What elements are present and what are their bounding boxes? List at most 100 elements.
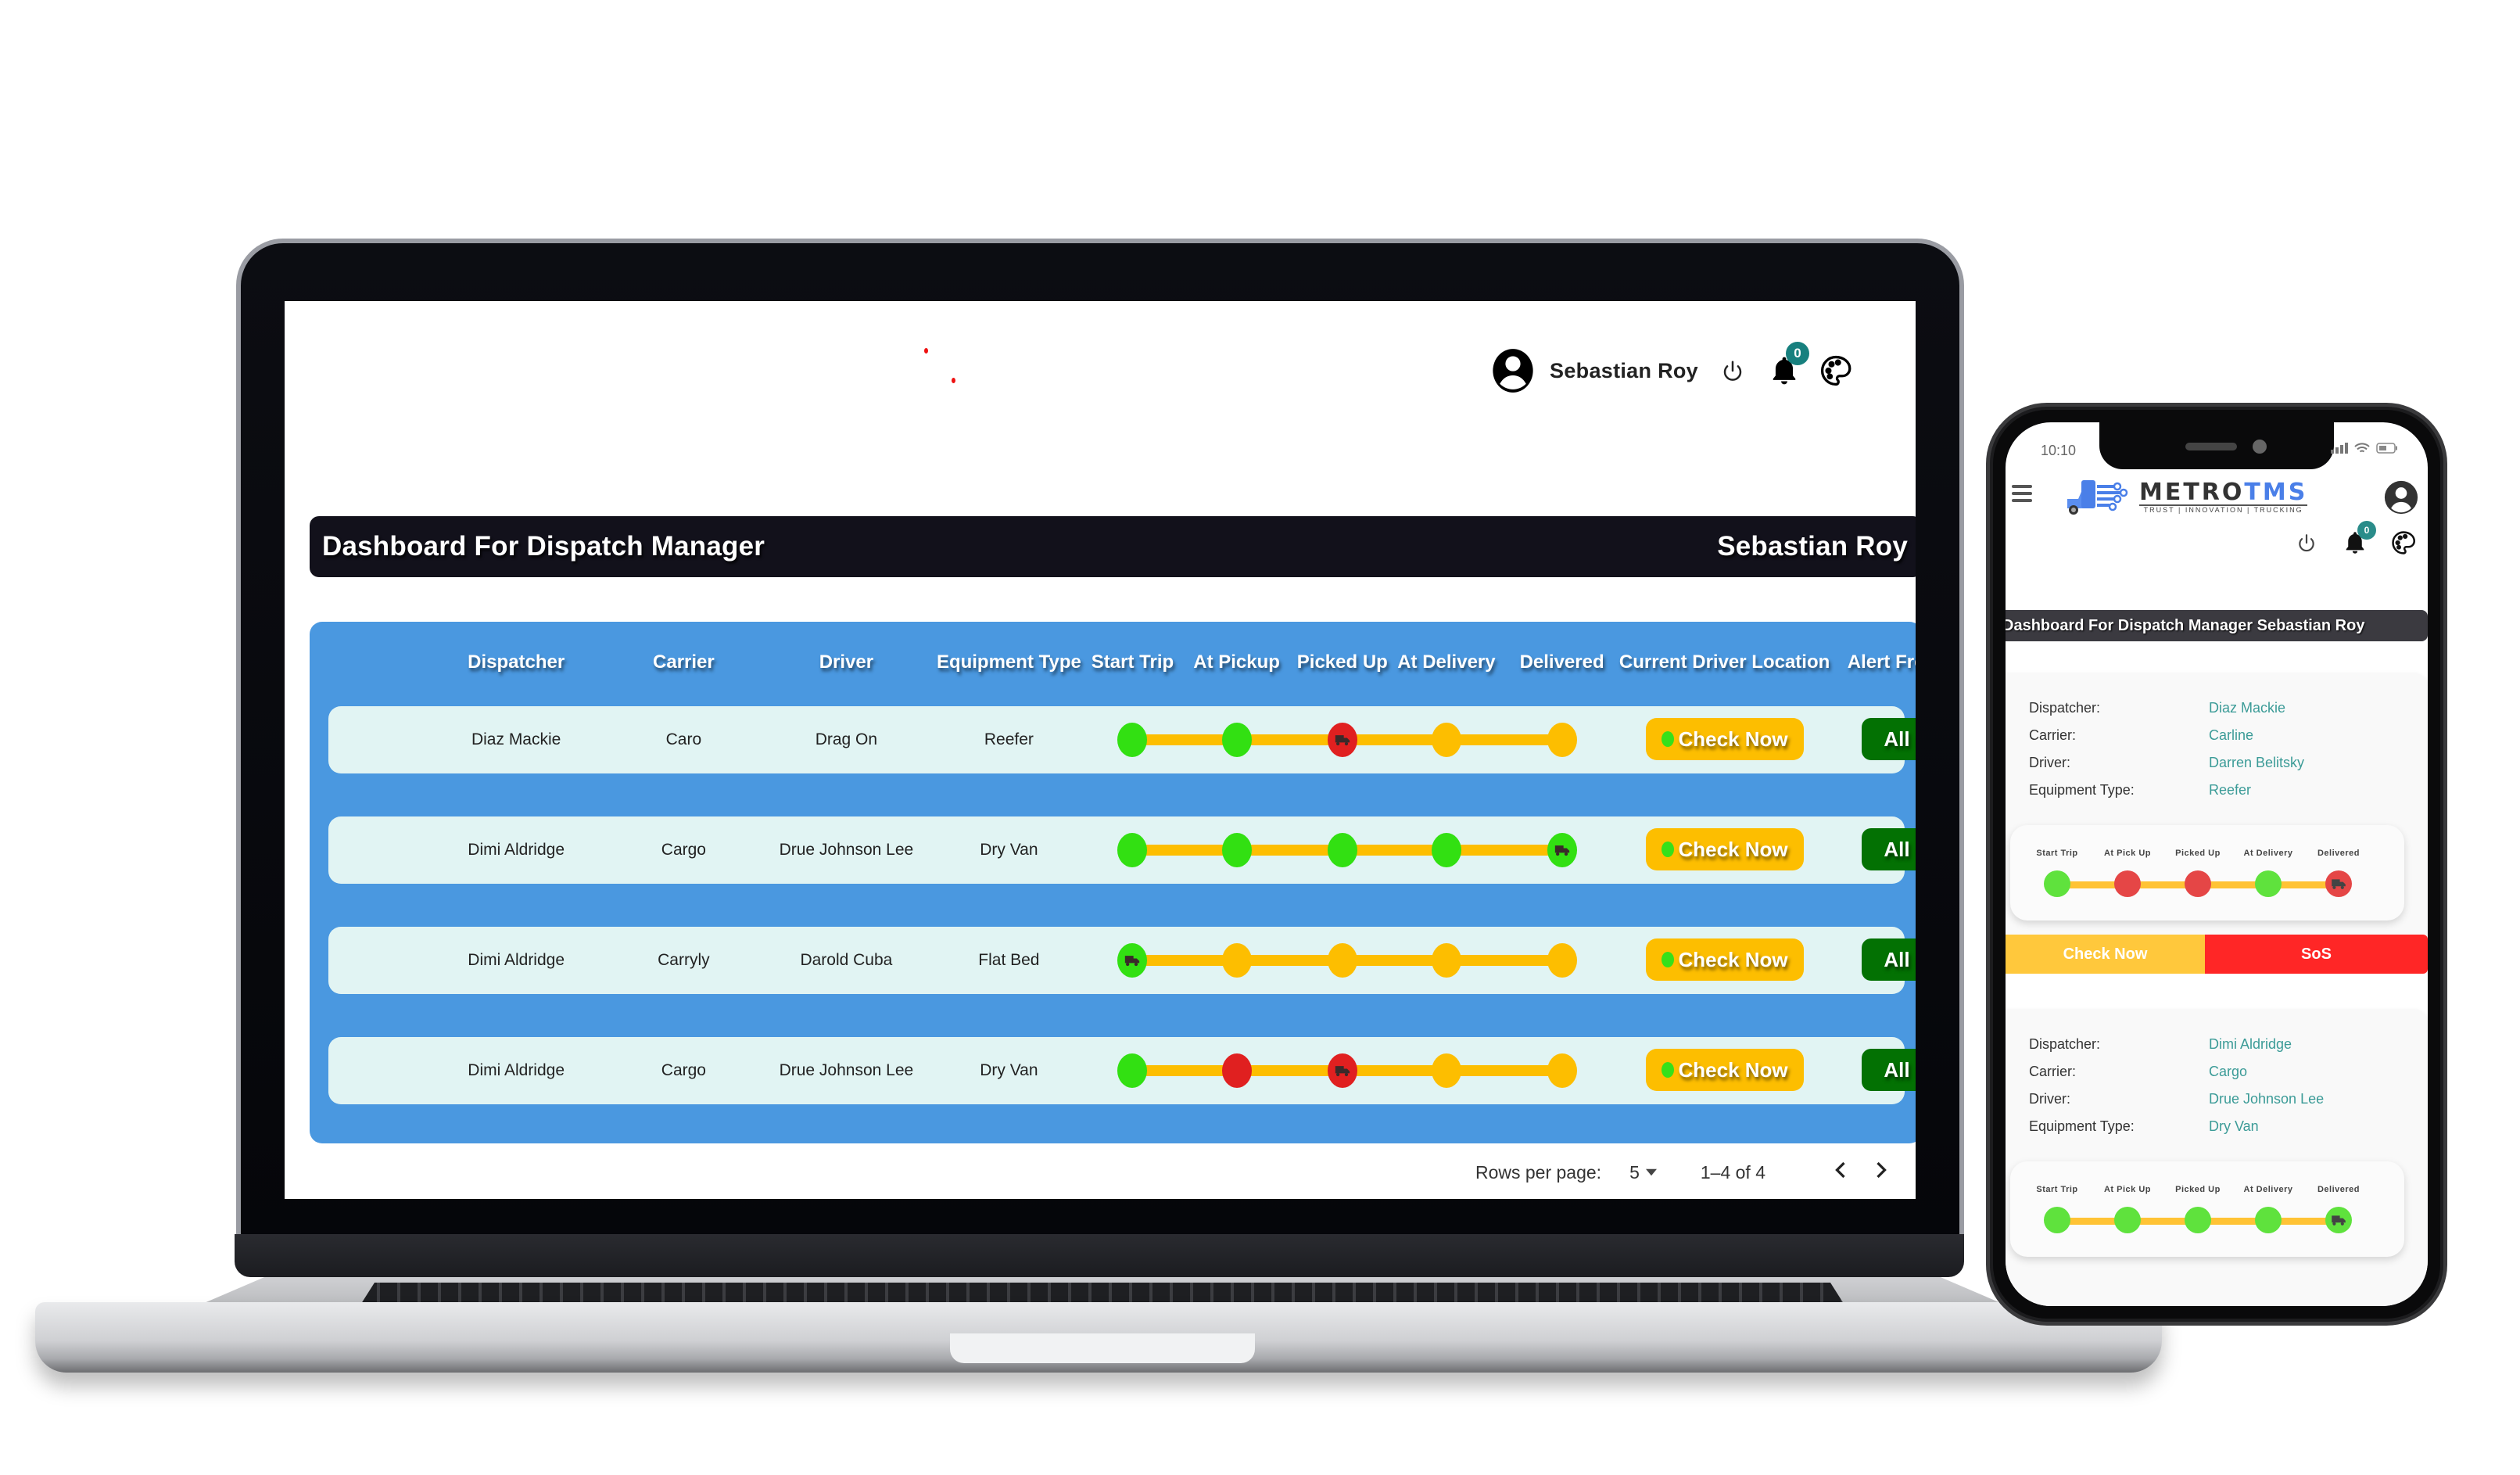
mobile-theme-button[interactable] [2390,529,2417,557]
speaker-grille [2185,443,2237,450]
check-now-button[interactable]: Check Now [1645,718,1804,760]
rows-per-page-label: Rows per page: [1475,1161,1602,1183]
detail-label-dispatcher: Dispatcher: [2029,1036,2101,1052]
mobile-check-now-button[interactable]: Check Now [2006,935,2205,974]
column-header: Dispatcher [468,651,565,673]
stage-dot-green [2325,1207,2352,1233]
table-row: Diaz Mackie Caro Drag On Reefer Check Now All… [328,706,1916,773]
all-okay-label: All Okay [1884,947,1916,971]
detail-value-dispatcher: Dimi Aldridge [2209,1036,2292,1052]
live-status-dot [1661,952,1674,967]
stage-dot-red [2325,870,2352,897]
mobile-notifications-button[interactable]: 0 [2342,521,2376,557]
truck-icon [2332,879,2346,889]
artifact-dot [924,348,928,353]
phone-notch [2099,422,2334,469]
detail-label-carrier: Carrier: [2029,727,2077,743]
table-pagination: Rows per page: 5 1–4 of 4 [1475,1150,1887,1194]
notifications-button[interactable]: 0 [1767,342,1809,389]
stage-dot-green [1117,833,1148,867]
logout-button[interactable] [1715,353,1750,389]
chevron-left-icon [1835,1161,1845,1179]
column-header: Start Trip [1091,651,1174,673]
table-row: Dimi Aldridge Carryly Darold Cuba Flat Bed C… [328,927,1916,994]
stage-dot-green [1327,833,1357,867]
stage-dot-yellow [1327,943,1357,978]
laptop-bezel-bottom [235,1234,1964,1277]
detail-label-driver: Driver: [2029,755,2070,770]
logo-text-tms: TMS [2244,479,2308,506]
stage-dot-green [1431,833,1461,867]
check-now-label: Check Now [1678,727,1788,751]
step-label: Delivered [2317,849,2360,858]
all-okay-button[interactable]: All Okay [1862,1049,1916,1091]
rows-per-page-value: 5 [1629,1161,1640,1183]
column-header: Driver [819,651,874,673]
camera-icon [2253,440,2267,454]
theme-button[interactable] [1819,353,1853,389]
logo-text-metro: METRO [2139,479,2245,506]
truck-icon [1335,1066,1350,1077]
column-header: Delivered [1519,651,1604,673]
column-header: Equipment Type [936,651,1081,673]
user-profile[interactable]: Sebastian Roy [1492,348,1698,393]
table-header: Dispatcher Carrier Driver Equipment Type Sta… [310,622,1916,706]
step-label: At Pick Up [2103,1185,2152,1194]
stage-dot-green [1547,833,1577,867]
step-label: Start Trip [2036,849,2078,858]
live-status-dot [1661,731,1674,747]
title-user-name: Sebastian Roy [1717,531,1908,562]
logo-tagline: TRUST | INNOVATION | TRUCKING [2139,504,2308,514]
hamburger-menu-icon[interactable] [2012,485,2032,506]
detail-label-equipment: Equipment Type: [2029,782,2135,798]
stage-dot-yellow [1547,943,1577,978]
step-label: Picked Up [2175,849,2221,858]
user-name: Sebastian Roy [1550,358,1698,382]
live-status-dot [1661,1062,1674,1078]
laptop-lid-notch [950,1333,1255,1363]
step-label: Picked Up [2175,1185,2221,1194]
truck-icon [1554,845,1569,856]
detail-value-carrier: Carline [2209,727,2254,743]
signal-icon [2331,443,2348,454]
mobile-notification-badge: 0 [2357,521,2376,540]
stage-dot-green [2255,1207,2282,1233]
next-page-button[interactable] [1875,1159,1887,1186]
step-label: At Delivery [2243,849,2293,858]
stage-dot-red [2114,870,2141,897]
stage-dot-green [2255,870,2282,897]
prev-page-button[interactable] [1834,1159,1847,1186]
column-header: At Delivery [1397,651,1496,673]
stage-dot-yellow [1547,723,1577,757]
mobile-avatar-icon[interactable] [2384,480,2418,515]
rows-per-page-select[interactable]: 5 [1629,1162,1657,1183]
mobile-progress-tracker: Start Trip At Pick Up Picked Up At Delivery… [2010,825,2404,921]
check-now-button[interactable]: Check Now [1645,938,1804,981]
stage-dot-red [2185,870,2211,897]
stage-dot-green [1221,833,1252,867]
mobile-page-title-bar: Dashboard For Dispatch Manager Sebastian… [2006,610,2428,641]
all-okay-button[interactable]: All Okay [1862,718,1916,760]
page-title-bar: Dashboard For Dispatch Manager Sebastian… [310,516,1916,577]
column-header: Current Driver Location [1618,651,1830,673]
stage-dot-green [2114,1207,2141,1233]
column-header: Carrier [653,651,715,673]
all-okay-button[interactable]: All Okay [1862,938,1916,981]
mobile-logout-button[interactable] [2293,529,2320,557]
stage-dot-red [1221,1053,1252,1088]
stage-dot-green [2185,1207,2211,1233]
all-okay-button[interactable]: All Okay [1862,828,1916,870]
step-label: Start Trip [2036,1185,2078,1194]
step-label: Delivered [2317,1185,2360,1194]
mobile-screen: 10:10 METROTMS TRUST | INNOVATION | TRUC… [2006,422,2428,1306]
check-now-button[interactable]: Check Now [1645,1049,1804,1091]
detail-label-dispatcher: Dispatcher: [2029,700,2101,716]
all-okay-label: All Okay [1884,727,1916,751]
stage-dot-green [1117,723,1148,757]
mobile-sos-button[interactable]: SoS [2205,935,2428,974]
check-now-button[interactable]: Check Now [1645,828,1804,870]
mobile-trip-details: Dispatcher: Dimi Aldridge Carrier: Cargo Dri… [2029,1036,2412,1135]
stage-dot-red [1327,723,1357,757]
check-now-label: Check Now [1678,947,1788,971]
power-icon [2299,534,2314,552]
